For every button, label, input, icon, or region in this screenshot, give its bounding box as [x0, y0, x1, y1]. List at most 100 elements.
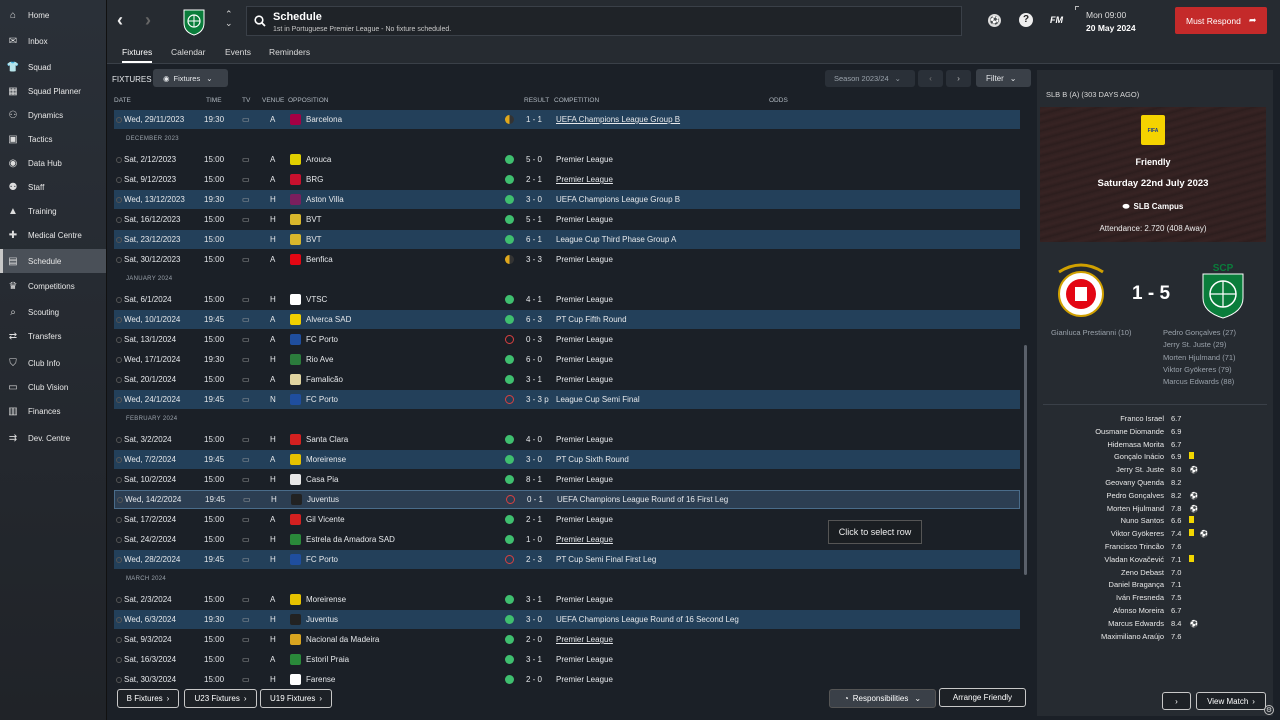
sidebar-item-data-hub[interactable]: ◉ Data Hub	[0, 151, 106, 175]
sidebar-item-club-info[interactable]: ⛉ Club Info	[0, 351, 106, 375]
fixture-competition[interactable]: Premier League	[556, 155, 613, 164]
player-name[interactable]: Franco Israel	[1054, 414, 1164, 423]
fixture-row[interactable]: Wed, 29/11/2023 19:30 ▭ A Barcelona 1 - 1 UEFA…	[114, 110, 1020, 129]
sidebar-item-dynamics[interactable]: ⚇ Dynamics	[0, 103, 106, 127]
fixture-competition[interactable]: Premier League	[556, 175, 613, 184]
tab-calendar[interactable]: Calendar	[171, 47, 206, 57]
fixture-competition[interactable]: Premier League	[556, 215, 613, 224]
row-check-icon[interactable]	[116, 196, 122, 203]
player-name[interactable]: Daniel Bragança	[1054, 580, 1164, 589]
fixture-result[interactable]: 3 - 1	[526, 595, 542, 604]
row-check-icon[interactable]	[116, 536, 122, 543]
fixture-row[interactable]: Sat, 30/12/2023 15:00 ▭ A Benfica 3 - 3 Premie…	[114, 250, 1020, 269]
fixture-competition[interactable]: Premier League	[556, 655, 613, 664]
col-result[interactable]: RESULT	[524, 97, 549, 104]
u19-fixtures-button[interactable]: U19 Fixtures ›	[260, 689, 332, 708]
fixture-opponent[interactable]: Estrela da Amadora SAD	[306, 535, 395, 544]
sidebar-item-squad[interactable]: 👕 Squad	[0, 55, 106, 79]
fixture-result[interactable]: 4 - 1	[526, 295, 542, 304]
fixture-opponent[interactable]: Juventus	[306, 615, 338, 624]
fixture-result[interactable]: 2 - 3	[526, 555, 542, 564]
row-check-icon[interactable]	[116, 176, 122, 183]
sidebar-item-home[interactable]: ⌂ Home	[0, 3, 106, 27]
col-date[interactable]: DATE	[114, 97, 131, 104]
sidebar-item-tactics[interactable]: ▣ Tactics	[0, 127, 106, 151]
search-box[interactable]: Schedule 1st in Portuguese Premier Leagu…	[246, 6, 962, 36]
fixture-competition[interactable]: PT Cup Fifth Round	[556, 315, 627, 324]
sidebar-item-scouting[interactable]: ⌕ Scouting	[0, 300, 106, 324]
fixture-row[interactable]: Wed, 6/3/2024 19:30 ▭ H Juventus 3 - 0 UEFA Ch…	[114, 610, 1020, 629]
player-name[interactable]: Morten Hjulmand	[1054, 504, 1164, 513]
fixture-result[interactable]: 2 - 0	[526, 635, 542, 644]
fixture-competition[interactable]: Premier League	[556, 515, 613, 524]
fixture-opponent[interactable]: BVT	[306, 235, 322, 244]
fixture-result[interactable]: 1 - 1	[526, 115, 542, 124]
row-check-icon[interactable]	[116, 616, 122, 623]
fixture-result[interactable]: 3 - 0	[526, 615, 542, 624]
fixture-row[interactable]: Wed, 7/2/2024 19:45 ▭ A Moreirense 3 - 0 PT Cu…	[114, 450, 1020, 469]
fixture-result[interactable]: 4 - 0	[526, 435, 542, 444]
fixture-result[interactable]: 3 - 3	[526, 255, 542, 264]
fixture-result[interactable]: 5 - 1	[526, 215, 542, 224]
col-opposition[interactable]: OPPOSITION	[288, 97, 328, 104]
col-competition[interactable]: COMPETITION	[554, 97, 599, 104]
fixture-result[interactable]: 6 - 1	[526, 235, 542, 244]
fixture-opponent[interactable]: FC Porto	[306, 335, 338, 344]
must-respond-button[interactable]: Must Respond ➦	[1175, 7, 1267, 34]
fixture-result[interactable]: 3 - 0	[526, 455, 542, 464]
sidebar-item-inbox[interactable]: ✉ Inbox	[0, 29, 106, 53]
u23-fixtures-button[interactable]: U23 Fixtures ›	[184, 689, 257, 708]
fixture-opponent[interactable]: Alverca SAD	[306, 315, 351, 324]
row-check-icon[interactable]	[116, 436, 122, 443]
fixture-opponent[interactable]: Moreirense	[306, 595, 346, 604]
fixture-result[interactable]: 2 - 0	[526, 675, 542, 684]
fixture-competition[interactable]: PT Cup Sixth Round	[556, 455, 629, 464]
row-check-icon[interactable]	[116, 396, 122, 403]
fixture-competition[interactable]: UEFA Champions League Group B	[556, 115, 680, 124]
fixture-opponent[interactable]: Famalicão	[306, 375, 343, 384]
sidebar-item-club-vision[interactable]: ▭ Club Vision	[0, 375, 106, 399]
fixture-result[interactable]: 8 - 1	[526, 475, 542, 484]
player-name[interactable]: Marcus Edwards	[1054, 619, 1164, 628]
fixture-row[interactable]: Sat, 3/2/2024 15:00 ▭ H Santa Clara 4 - 0 Prem…	[114, 430, 1020, 449]
row-check-icon[interactable]	[116, 156, 122, 163]
row-check-icon[interactable]	[116, 476, 122, 483]
fixture-competition[interactable]: PT Cup Semi Final First Leg	[556, 555, 656, 564]
fixture-row[interactable]: Sat, 6/1/2024 15:00 ▭ H VTSC 4 - 1 Premier Lea…	[114, 290, 1020, 309]
fixture-competition[interactable]: Premier League	[556, 335, 613, 344]
fixture-result[interactable]: 3 - 1	[526, 375, 542, 384]
player-name[interactable]: Vladan Kovačević	[1054, 555, 1164, 564]
player-name[interactable]: Geovany Quenda	[1054, 478, 1164, 487]
row-check-icon[interactable]	[116, 556, 122, 563]
fixture-competition[interactable]: UEFA Champions League Round of 16 Second…	[556, 615, 739, 624]
fixture-opponent[interactable]: Juventus	[307, 495, 339, 504]
help-icon[interactable]: ?	[1019, 13, 1033, 27]
season-dropdown[interactable]: Season 2023/24 ⌄	[825, 70, 915, 87]
sidebar-item-schedule[interactable]: ▤ Schedule	[0, 249, 106, 273]
player-name[interactable]: Afonso Moreira	[1054, 606, 1164, 615]
row-check-icon[interactable]	[116, 236, 122, 243]
fixture-competition[interactable]: League Cup Third Phase Group A	[556, 235, 676, 244]
fixture-row[interactable]: Wed, 17/1/2024 19:30 ▭ H Rio Ave 6 - 0 Premier…	[114, 350, 1020, 369]
col-venue[interactable]: VENUE	[262, 97, 284, 104]
fixture-competition[interactable]: Premier League	[556, 535, 613, 544]
fixture-opponent[interactable]: Casa Pia	[306, 475, 338, 484]
fixture-row[interactable]: Sat, 10/2/2024 15:00 ▭ H Casa Pia 8 - 1 Premie…	[114, 470, 1020, 489]
sidebar-item-competitions[interactable]: ♛ Competitions	[0, 274, 106, 298]
fixture-opponent[interactable]: Arouca	[306, 155, 331, 164]
fixture-opponent[interactable]: Nacional da Madeira	[306, 635, 379, 644]
fixtures-filter-dropdown[interactable]: ◉ Fixtures ⌄	[153, 69, 228, 87]
col-odds[interactable]: ODDS	[769, 97, 788, 104]
fixture-row[interactable]: Sat, 16/12/2023 15:00 ▭ H BVT 5 - 1 Premier Le…	[114, 210, 1020, 229]
row-check-icon[interactable]	[116, 516, 122, 523]
fixture-row[interactable]: Sat, 2/3/2024 15:00 ▭ A Moreirense 3 - 1 Premi…	[114, 590, 1020, 609]
fixture-result[interactable]: 2 - 1	[526, 175, 542, 184]
fixture-opponent[interactable]: Barcelona	[306, 115, 342, 124]
fixture-competition[interactable]: Premier League	[556, 595, 613, 604]
row-check-icon[interactable]	[116, 116, 122, 123]
fixture-competition[interactable]: UEFA Champions League Group B	[556, 195, 680, 204]
fixture-result[interactable]: 1 - 0	[526, 535, 542, 544]
fixture-competition[interactable]: Premier League	[556, 675, 613, 684]
tab-reminders[interactable]: Reminders	[269, 47, 310, 57]
fixture-result[interactable]: 0 - 3	[526, 335, 542, 344]
